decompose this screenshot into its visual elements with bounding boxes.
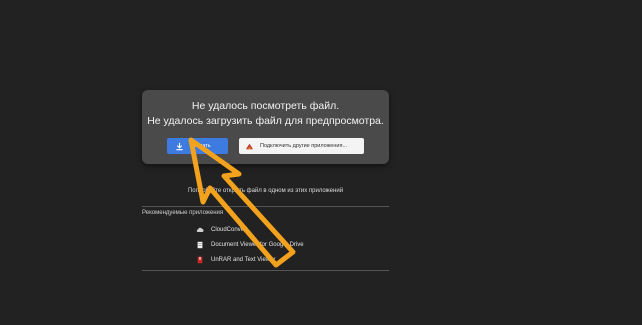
app-name: CloudConvert	[211, 226, 248, 233]
app-item-cloudconvert[interactable]: CloudConvert	[196, 222, 304, 237]
app-name: Document Viewer for Google Drive	[211, 241, 304, 248]
recommended-apps-heading: Рекомендуемые приложения	[142, 210, 224, 216]
download-icon	[175, 142, 184, 151]
archive-icon	[196, 256, 204, 264]
document-icon	[196, 241, 204, 249]
connect-apps-label: Подключить другие приложения...	[260, 143, 348, 149]
app-name: UnRAR and Text Viewer	[211, 256, 276, 263]
app-item-unrar[interactable]: UnRAR and Text Viewer	[196, 252, 304, 267]
connect-apps-icon	[245, 142, 254, 151]
divider	[142, 206, 389, 207]
divider	[142, 270, 389, 271]
error-message-detail: Не удалось загрузить файл для предпросмо…	[147, 115, 384, 127]
open-with-prompt: Попробуйте открыть файл в одном из этих …	[187, 188, 344, 194]
download-button[interactable]: Скачать	[167, 138, 228, 154]
error-message-title: Не удалось посмотреть файл.	[191, 100, 340, 112]
connect-apps-button[interactable]: Подключить другие приложения...	[239, 138, 364, 154]
app-item-document-viewer[interactable]: Document Viewer for Google Drive	[196, 237, 304, 252]
recommended-apps-list: CloudConvert Document Viewer for Google …	[196, 222, 304, 267]
preview-error-dialog: Не удалось посмотреть файл. Не удалось з…	[142, 90, 389, 164]
cloud-icon	[196, 226, 204, 234]
download-button-label: Скачать	[190, 143, 211, 149]
